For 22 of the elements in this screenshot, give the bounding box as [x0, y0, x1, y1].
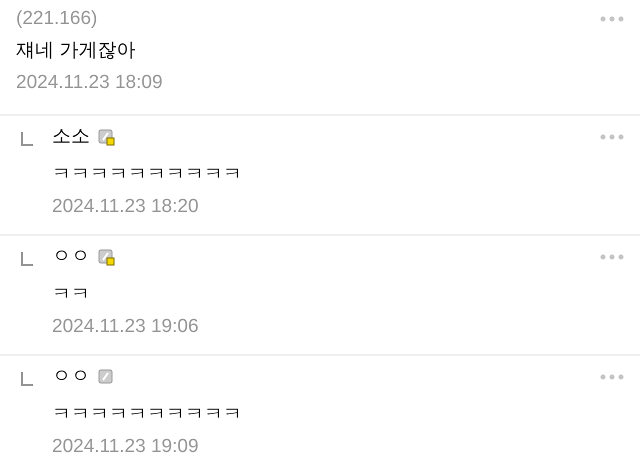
- more-icon[interactable]: [600, 254, 624, 260]
- comment-date: 2024.11.23 18:09: [16, 71, 164, 95]
- reply-corner-icon: [21, 132, 33, 146]
- comment-text: 쟤네 가게잖아: [16, 39, 136, 63]
- ip-address: (221.166): [16, 7, 98, 31]
- comment-text: ㅋㅋ: [52, 283, 91, 307]
- reply-corner-icon: [21, 372, 33, 386]
- comment-text: ㅋㅋㅋㅋㅋㅋㅋㅋㅋㅋ: [52, 403, 243, 427]
- more-icon[interactable]: [600, 16, 624, 22]
- more-icon[interactable]: [600, 134, 624, 140]
- member-icon[interactable]: [98, 368, 115, 386]
- comment-date: 2024.11.23 19:06: [52, 315, 200, 339]
- author-name: 소소: [52, 125, 90, 149]
- member-badge-icon[interactable]: [98, 248, 115, 266]
- comment-date: 2024.11.23 18:20: [52, 195, 200, 219]
- member-badge-icon[interactable]: [98, 128, 115, 146]
- more-icon[interactable]: [600, 374, 624, 380]
- reply-corner-icon: [21, 252, 33, 266]
- comment-date: 2024.11.23 19:09: [52, 435, 200, 453]
- comment-text: ㅋㅋㅋㅋㅋㅋㅋㅋㅋㅋ: [52, 163, 243, 187]
- author-name: ㅇㅇ: [52, 245, 90, 269]
- author-name: ㅇㅇ: [52, 365, 90, 389]
